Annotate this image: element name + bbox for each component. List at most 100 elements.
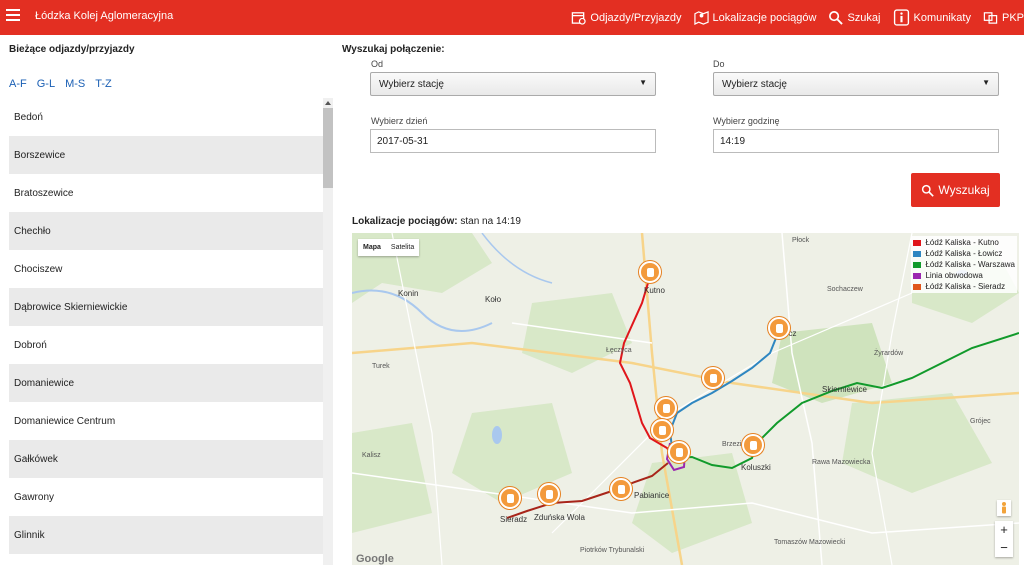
station-item[interactable]: Dąbrowice Skierniewickie <box>9 288 323 326</box>
zoom-out-button[interactable]: − <box>995 539 1013 557</box>
train-marker[interactable] <box>655 397 677 419</box>
train-marker[interactable] <box>702 367 724 389</box>
nav-search[interactable]: Szukaj <box>828 10 881 25</box>
legend-item: Łódź Kaliska - Sieradz <box>913 281 1015 292</box>
scrollbar-thumb[interactable] <box>323 108 333 188</box>
street-view-pegman-icon[interactable] <box>997 500 1011 516</box>
scroll-up-arrow-icon[interactable] <box>325 101 331 105</box>
current-departures-title: Bieżące odjazdy/przyjazdy <box>9 44 135 55</box>
train-locations-title: Lokalizacje pociągów: <box>352 216 458 227</box>
map-place-label: Piotrków Trybunalski <box>580 547 645 554</box>
legend-label: Łódź Kaliska - Kutno <box>925 238 999 247</box>
station-item[interactable]: Domaniewice Centrum <box>9 402 323 440</box>
top-bar: Łódzka Kolej Aglomeracyjna Odjazdy/Przyj… <box>0 0 1024 35</box>
legend-label: Łódź Kaliska - Łowicz <box>925 249 1003 258</box>
train-marker[interactable] <box>768 317 790 339</box>
train-marker[interactable] <box>668 441 690 463</box>
from-station-value: Wybierz stację <box>379 78 444 90</box>
station-item[interactable]: Chociszew <box>9 250 323 288</box>
station-item[interactable]: Chechło <box>9 212 323 250</box>
brand-title[interactable]: Łódzka Kolej Aglomeracyjna <box>35 10 173 22</box>
dropdown-arrow-icon: ▼ <box>639 78 647 87</box>
map-place-label: Turek <box>372 363 390 370</box>
train-marker[interactable] <box>639 261 661 283</box>
time-input[interactable]: 14:19 <box>713 129 999 153</box>
day-input[interactable]: 2017-05-31 <box>370 129 656 153</box>
filter-m-s[interactable]: M-S <box>65 78 85 90</box>
legend-item: Łódź Kaliska - Łowicz <box>913 248 1015 259</box>
map-type-control: Mapa Satelita <box>358 239 420 256</box>
search-icon <box>922 184 935 197</box>
legend-item: Linia obwodowa <box>913 270 1015 281</box>
map-place-label: Konin <box>398 289 419 298</box>
legend-swatch <box>913 261 922 268</box>
from-label: Od <box>371 59 384 69</box>
map-type-map[interactable]: Mapa <box>358 239 386 256</box>
map-place-label: Grójec <box>970 418 991 425</box>
alphabet-filter: A-F G-L M-S T-Z <box>9 78 112 90</box>
time-label: Wybierz godzinę <box>713 116 780 126</box>
map-place-label: Pabianice <box>634 491 670 500</box>
to-label: Do <box>713 59 725 69</box>
map-place-label: Skierniewice <box>822 385 867 394</box>
nav-announcements[interactable]: Komunikaty <box>893 9 971 26</box>
zoom-control: + − <box>995 521 1013 557</box>
zoom-in-button[interactable]: + <box>995 521 1013 539</box>
pkp-icon <box>983 12 998 24</box>
to-station-select[interactable]: Wybierz stację ▼ <box>713 72 999 96</box>
map-place-label: Żyrardów <box>874 350 904 357</box>
map-place-label: Tomaszów Mazowiecki <box>774 539 846 546</box>
legend-label: Łódź Kaliska - Sieradz <box>925 282 1006 291</box>
legend-item: Łódź Kaliska - Kutno <box>913 237 1015 248</box>
train-locations-heading: Lokalizacje pociągów: stan na 14:19 <box>352 216 521 227</box>
map-place-label: Koluszki <box>741 463 771 472</box>
map-place-label: Łęczyca <box>606 347 632 354</box>
station-item[interactable]: Gawrony <box>9 478 323 516</box>
map-type-satellite[interactable]: Satelita <box>386 239 419 256</box>
train-marker[interactable] <box>742 434 764 456</box>
train-marker[interactable] <box>499 487 521 509</box>
map-place-label: Zduńska Wola <box>534 513 585 522</box>
map-icon <box>693 10 709 25</box>
train-marker[interactable] <box>651 419 673 441</box>
station-item[interactable]: Borszewice <box>9 136 323 174</box>
map-place-label: Płock <box>792 237 810 244</box>
to-station-value: Wybierz stację <box>722 78 787 90</box>
station-item[interactable]: Domaniewice <box>9 364 323 402</box>
train-map[interactable]: Kutno Łowicz Skierniewice Koluszki Siera… <box>352 233 1019 565</box>
train-marker[interactable] <box>538 483 560 505</box>
nav-departures-label: Odjazdy/Przyjazdy <box>590 11 682 24</box>
search-button[interactable]: Wyszukaj <box>911 173 1000 207</box>
legend-swatch <box>913 272 922 279</box>
map-place-label: Sieradz <box>500 515 528 524</box>
main-nav: Odjazdy/Przyjazdy Lokalizacje pociągów S… <box>559 0 1024 35</box>
filter-g-l[interactable]: G-L <box>37 78 55 90</box>
legend-swatch <box>913 239 922 246</box>
nav-train-locations-label: Lokalizacje pociągów <box>712 11 817 24</box>
dropdown-arrow-icon: ▼ <box>982 78 990 87</box>
map-place-label: Sochaczew <box>827 286 863 293</box>
map-place-label: Kutno <box>644 286 665 295</box>
nav-departures[interactable]: Odjazdy/Przyjazdy <box>571 10 682 25</box>
nav-pkp[interactable]: PKP <box>983 10 1024 25</box>
nav-announcements-label: Komunikaty <box>913 11 971 24</box>
station-item[interactable]: Gałkówek <box>9 440 323 478</box>
map-legend: Łódź Kaliska - Kutno Łódź Kaliska - Łowi… <box>911 236 1017 293</box>
menu-icon[interactable] <box>6 9 20 23</box>
nav-train-locations[interactable]: Lokalizacje pociągów <box>693 10 817 25</box>
info-icon <box>893 9 909 26</box>
station-item[interactable]: Glinnik <box>9 516 323 554</box>
from-station-select[interactable]: Wybierz stację ▼ <box>370 72 656 96</box>
legend-swatch <box>913 283 922 290</box>
search-connection-title: Wyszukaj połączenie: <box>342 44 445 55</box>
station-item[interactable]: Dobroń <box>9 326 323 364</box>
station-item[interactable]: Bedoń <box>9 98 323 136</box>
station-item[interactable]: Bratoszewice <box>9 174 323 212</box>
search-button-label: Wyszukaj <box>938 183 990 197</box>
train-marker[interactable] <box>610 478 632 500</box>
legend-item: Łódź Kaliska - Warszawa <box>913 259 1015 270</box>
filter-a-f[interactable]: A-F <box>9 78 27 90</box>
filter-t-z[interactable]: T-Z <box>95 78 112 90</box>
map-place-label: Kalisz <box>362 452 381 459</box>
legend-swatch <box>913 250 922 257</box>
